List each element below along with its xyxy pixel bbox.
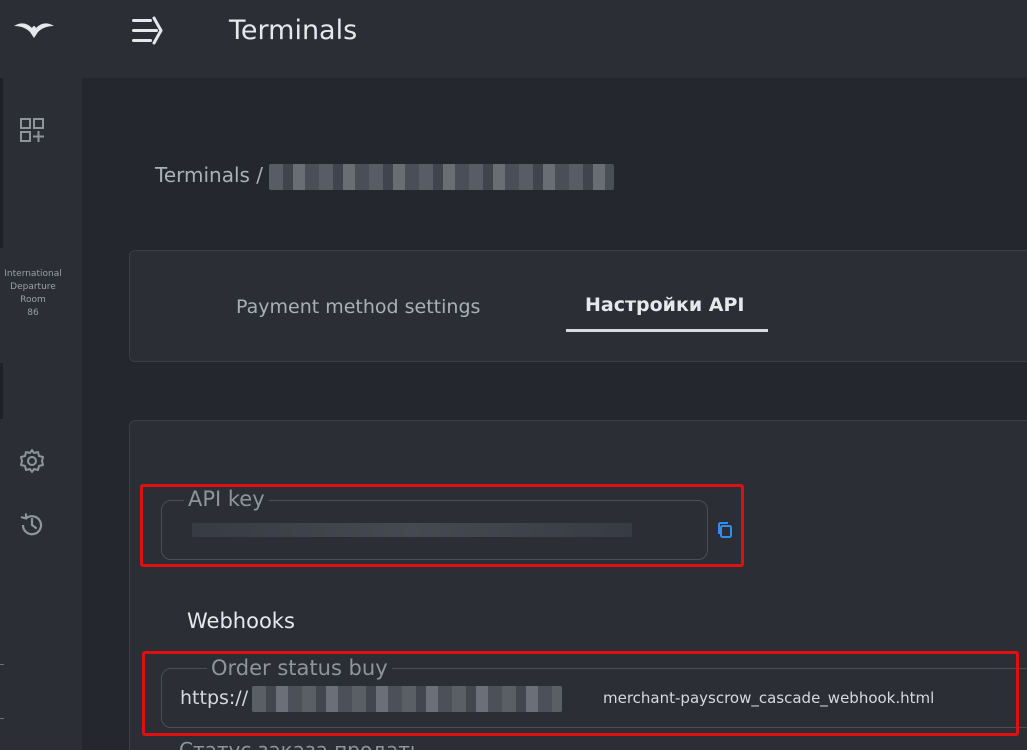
caption-line: International bbox=[4, 269, 62, 279]
order-status-sell-label: Статус заказа продать bbox=[175, 738, 426, 750]
caption-line: 86 bbox=[27, 308, 39, 318]
top-bar: Terminals bbox=[0, 0, 1027, 78]
sidebar-divider bbox=[0, 718, 4, 719]
breadcrumb: Terminals / bbox=[155, 163, 615, 190]
redacted-terminal-name bbox=[269, 163, 615, 190]
sidebar-active-stripe bbox=[0, 78, 3, 248]
caption-line: Room bbox=[20, 295, 46, 305]
page-title: Terminals bbox=[229, 15, 358, 46]
api-settings-card: API key Webhooks https:// merchant-paysc… bbox=[129, 420, 1027, 750]
webhooks-title: Webhooks bbox=[187, 609, 295, 633]
tab-api-settings[interactable]: Настройки API bbox=[585, 294, 745, 316]
sidebar: International Departure Room 86 bbox=[0, 78, 82, 750]
redacted-webhook-host bbox=[252, 686, 562, 712]
menu-collapse-icon[interactable] bbox=[130, 16, 164, 46]
breadcrumb-root[interactable]: Terminals / bbox=[155, 163, 263, 187]
sidebar-caption: International Departure Room 86 bbox=[0, 268, 66, 320]
tabs-card: Payment method settings Настройки API bbox=[129, 250, 1027, 362]
sidebar-stripe bbox=[0, 363, 3, 419]
api-key-label: API key bbox=[184, 487, 269, 511]
copy-icon[interactable] bbox=[716, 521, 734, 539]
dashboard-add-icon[interactable] bbox=[18, 116, 46, 144]
sidebar-divider bbox=[0, 664, 4, 665]
history-icon[interactable] bbox=[18, 511, 46, 539]
gear-icon[interactable] bbox=[18, 447, 46, 475]
webhook-url-prefix: https:// bbox=[180, 687, 249, 709]
order-status-buy-label: Order status buy bbox=[207, 656, 392, 680]
webhook-url-suffix: merchant-payscrow_cascade_webhook.html bbox=[603, 689, 935, 707]
tab-payment-method-settings[interactable]: Payment method settings bbox=[236, 296, 480, 318]
bird-logo-icon[interactable] bbox=[12, 16, 56, 40]
active-tab-indicator bbox=[566, 329, 768, 332]
redacted-api-key bbox=[192, 523, 632, 537]
caption-line: Departure bbox=[10, 282, 56, 292]
